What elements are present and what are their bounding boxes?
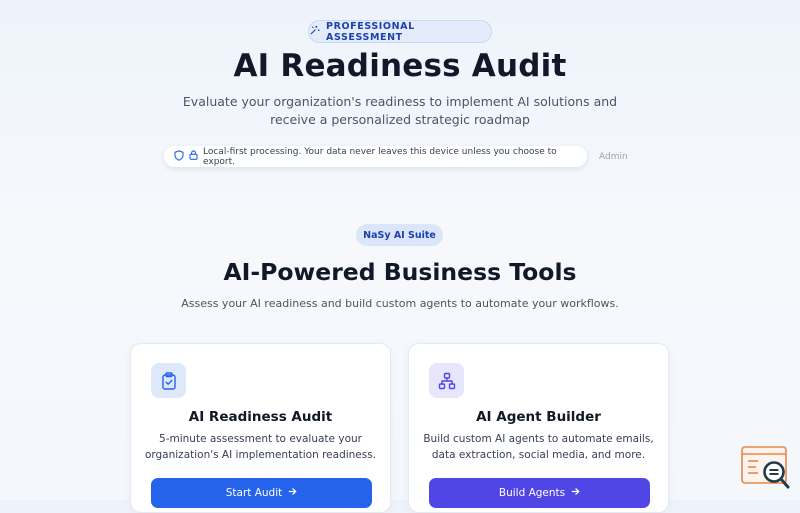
- shield-icon: [174, 149, 184, 164]
- agent-builder-card: AI Agent Builder Build custom AI agents …: [408, 343, 669, 513]
- page-title: AI Readiness Audit: [233, 48, 567, 84]
- privacy-text: Local-first processing. Your data never …: [203, 146, 557, 167]
- card-description: Build custom AI agents to automate email…: [409, 431, 668, 463]
- privacy-notice: Local-first processing. Your data never …: [164, 146, 587, 167]
- section-title: AI-Powered Business Tools: [223, 258, 577, 286]
- button-label: Start Audit: [225, 487, 283, 499]
- card-title: AI Agent Builder: [476, 409, 601, 425]
- admin-link[interactable]: Admin: [599, 152, 628, 162]
- section-subtitle: Assess your AI readiness and build custo…: [181, 297, 619, 310]
- card-description: 5-minute assessment to evaluate your org…: [131, 431, 390, 463]
- card-title: AI Readiness Audit: [188, 409, 333, 425]
- search-widget-icon[interactable]: [740, 445, 792, 490]
- build-agents-button[interactable]: Build Agents: [429, 478, 650, 508]
- sparkles-icon: [309, 25, 320, 39]
- page-subtitle: Evaluate your organization's readiness t…: [0, 93, 800, 129]
- clipboard-check-icon: [151, 363, 186, 398]
- arrow-right-icon: [288, 487, 297, 499]
- lock-icon: [189, 150, 198, 163]
- subtitle-line-1: Evaluate your organization's readiness t…: [182, 94, 618, 109]
- card-description-line: data extraction, social media, and more.: [431, 449, 646, 461]
- professional-assessment-badge: PROFESSIONAL ASSESSMENT: [308, 20, 492, 43]
- badge-label: PROFESSIONAL ASSESSMENT: [326, 20, 415, 43]
- card-description-line: 5-minute assessment to evaluate your: [159, 433, 362, 445]
- audit-card: AI Readiness Audit 5-minute assessment t…: [130, 343, 391, 513]
- card-description-line: Build custom AI agents to automate email…: [423, 433, 654, 445]
- subtitle-line-2: receive a personalized strategic roadmap: [270, 112, 530, 127]
- card-description-line: organization's AI implementation readine…: [144, 449, 377, 461]
- network-icon: [429, 363, 464, 398]
- suite-badge: NaSy AI Suite: [356, 224, 443, 246]
- arrow-right-icon: [571, 487, 580, 499]
- button-label: Build Agents: [498, 487, 566, 499]
- start-audit-button[interactable]: Start Audit: [151, 478, 372, 508]
